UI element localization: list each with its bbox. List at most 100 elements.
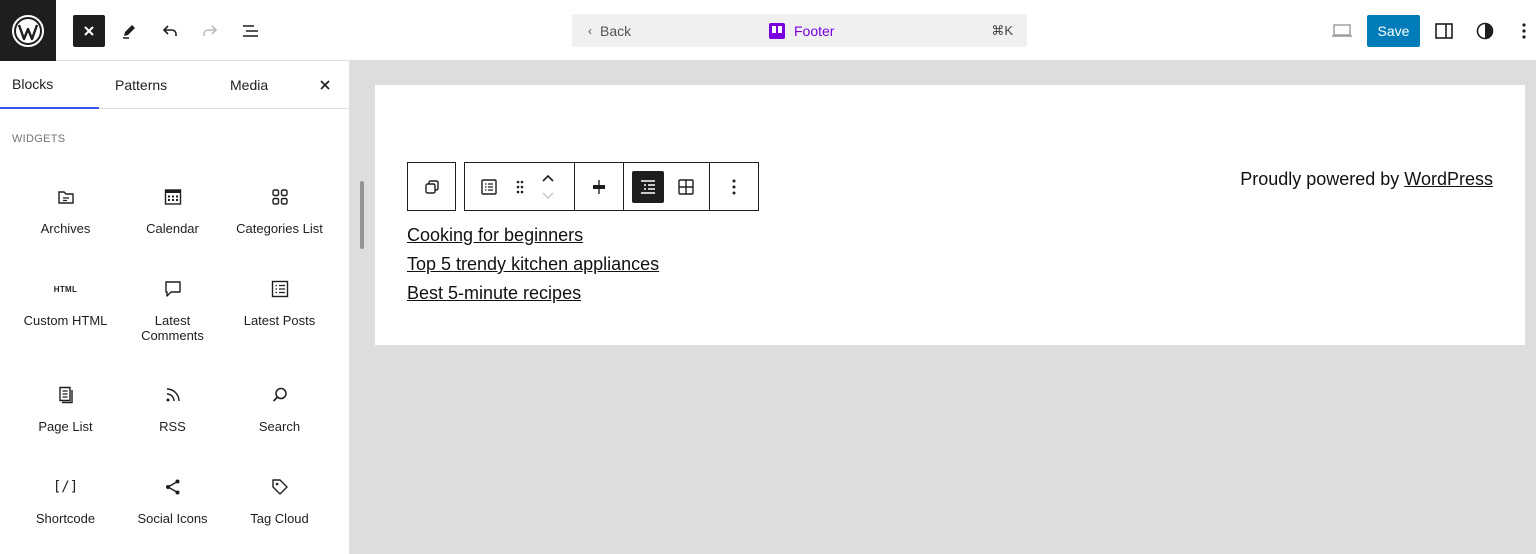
more-vertical-icon [732,179,736,194]
tab-patterns[interactable]: Patterns [115,61,167,109]
sidebar-scrollbar[interactable] [360,181,364,249]
block-switcher-group [464,162,575,211]
comment-icon [164,281,181,297]
block-label: Social Icons [137,511,208,526]
editor-header: ‹ Back Footer ⌘K Save [0,0,1536,61]
block-label: Search [258,419,301,434]
copy-icon [424,179,439,194]
template-part-icon [769,22,785,39]
pencil-icon [123,25,135,39]
posts-icon [271,280,288,298]
block-item-latest-comments[interactable]: Latest Comments [119,265,226,351]
tools-button[interactable] [113,15,145,47]
archive-icon [57,191,74,204]
nav-link[interactable]: Best 5-minute recipes [407,279,659,308]
tab-blocks[interactable]: Blocks [0,61,99,109]
chevron-down-icon [542,191,554,199]
calendar-icon [164,189,181,205]
shortcut-hint: ⌘K [991,22,1013,38]
block-item-tag-cloud[interactable]: Tag Cloud [226,463,333,549]
block-label: Tag Cloud [250,511,309,526]
settings-sidebar-button[interactable] [1428,15,1460,47]
list-block-icon [481,178,497,195]
nav-link[interactable]: Top 5 trendy kitchen appliances [407,250,659,279]
move-up-button[interactable] [541,169,555,187]
shortcode-icon: [/] [52,479,79,495]
laptop-icon [1332,24,1352,37]
categories-icon [271,189,288,205]
save-button[interactable]: Save [1367,15,1420,47]
block-item-archives[interactable]: Archives [12,173,119,259]
block-item-shortcode[interactable]: [/] Shortcode [12,463,119,549]
chevron-left-icon: ‹ [588,23,592,38]
block-label: RSS [159,419,186,434]
contrast-icon [1476,22,1494,40]
more-vertical-icon [1522,23,1526,39]
inserter-tabs: Blocks Patterns Media [0,61,349,109]
block-label: Latest Posts [243,313,316,328]
list-layout-button[interactable] [632,170,664,203]
command-bar[interactable]: ‹ Back Footer ⌘K [572,14,1027,47]
block-item-page-list[interactable]: Page List [12,371,119,457]
editor-canvas: Cooking for beginners Top 5 trendy kitch… [375,85,1525,345]
rss-icon [166,388,180,402]
block-label: Custom HTML [23,313,108,328]
block-label: Archives [40,221,91,236]
block-item-search[interactable]: Search [226,371,333,457]
share-icon [165,479,179,495]
justification-group [574,162,624,211]
close-inserter-panel-button[interactable] [313,73,337,97]
options-button[interactable] [1512,15,1536,47]
grid-layout-button[interactable] [668,169,704,205]
wordpress-link[interactable]: WordPress [1404,169,1493,189]
block-item-calendar[interactable]: Calendar [119,173,226,259]
nav-link[interactable]: Cooking for beginners [407,221,659,250]
credit-text: Proudly powered by [1240,169,1405,189]
drag-handle[interactable] [507,169,533,205]
list-view-icon [243,25,258,37]
back-button[interactable]: ‹ Back [588,14,631,47]
redo-button[interactable] [194,15,226,47]
site-credit: Proudly powered by WordPress [1240,169,1493,190]
document-title[interactable]: Footer [768,14,834,47]
sidebar-icon [1435,23,1453,39]
close-inserter-button[interactable] [73,15,105,47]
block-item-custom-html[interactable]: HTML Custom HTML [12,265,119,351]
wordpress-logo-button[interactable] [0,0,56,61]
document-title-label: Footer [794,22,835,39]
justification-button[interactable] [581,169,617,205]
html-icon: HTML [53,284,78,294]
block-item-latest-posts[interactable]: Latest Posts [226,265,333,351]
options-group [709,162,759,211]
select-parent-button[interactable] [414,169,450,205]
tag-icon [271,479,288,495]
parent-select-group [407,162,456,211]
block-label: Latest Comments [141,313,204,343]
block-label: Calendar [146,221,199,236]
block-item-categories-list[interactable]: Categories List [226,173,333,259]
undo-button[interactable] [154,15,186,47]
close-icon [320,80,330,90]
block-item-social-icons[interactable]: Social Icons [119,463,226,549]
preview-device-button[interactable] [1326,15,1358,47]
tab-media[interactable]: Media [230,61,268,109]
back-label: Back [600,22,632,39]
layout-group [623,162,710,211]
search-icon [272,387,287,402]
justify-center-icon [593,179,605,194]
footer-navigation: Cooking for beginners Top 5 trendy kitch… [407,221,659,308]
move-down-button[interactable] [541,187,555,205]
block-type-button[interactable] [471,169,507,205]
document-overview-button[interactable] [235,15,267,47]
section-title-widgets: WIDGETS [12,133,66,145]
wordpress-icon [12,14,44,47]
block-label: Categories List [236,221,323,236]
page-list-icon [58,386,73,404]
block-label: Shortcode [35,511,96,526]
close-icon [84,26,94,36]
list-layout-icon [641,179,655,194]
undo-icon [162,25,177,36]
styles-button[interactable] [1469,15,1501,47]
block-item-rss[interactable]: RSS [119,371,226,457]
block-options-button[interactable] [716,169,752,205]
